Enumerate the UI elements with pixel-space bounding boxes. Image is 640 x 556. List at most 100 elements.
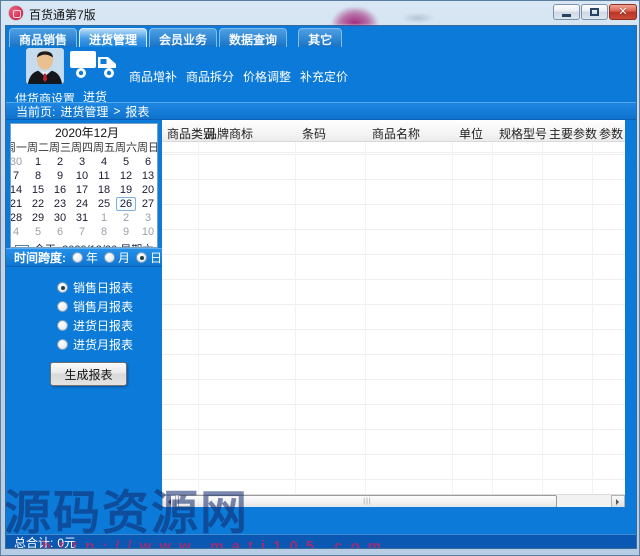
calendar-day[interactable]: 10 bbox=[138, 225, 158, 239]
breadcrumb: 当前页: 进货管理 > 报表 bbox=[6, 102, 636, 120]
calendar-day[interactable]: 12 bbox=[116, 169, 136, 183]
report-option-purchase-monthly[interactable]: 进货月报表 bbox=[57, 336, 133, 353]
calendar-day[interactable]: 20 bbox=[138, 183, 158, 197]
radio-sales-monthly[interactable] bbox=[57, 301, 68, 312]
weekday-header: 周三 bbox=[49, 141, 71, 155]
calendar-day[interactable]: 2 bbox=[116, 211, 136, 225]
calendar-day-selected[interactable]: 26 bbox=[116, 197, 136, 211]
tab-other[interactable]: 其它 bbox=[298, 28, 342, 47]
calendar-day[interactable]: 4 bbox=[10, 225, 26, 239]
report-option-sales-monthly[interactable]: 销售月报表 bbox=[57, 298, 133, 315]
price-adjust-button[interactable]: 价格调整 bbox=[238, 68, 296, 85]
scroll-left-button[interactable] bbox=[162, 495, 176, 507]
close-icon: ✕ bbox=[618, 7, 627, 18]
radio-day-label[interactable]: 日 bbox=[150, 249, 162, 266]
calendar-day[interactable]: 13 bbox=[138, 169, 158, 183]
calendar-day[interactable]: 6 bbox=[138, 155, 158, 169]
report-option-label[interactable]: 销售日报表 bbox=[73, 279, 133, 296]
month-calendar[interactable]: 2020年12月 周一 周二 周三 周四 周五 周六 周日 30 1 2 3 4… bbox=[10, 123, 158, 248]
radio-month-label[interactable]: 月 bbox=[118, 249, 130, 266]
tab-data-query[interactable]: 数据查询 bbox=[219, 28, 287, 47]
tab-product-sales[interactable]: 商品销售 bbox=[9, 28, 77, 47]
calendar-day[interactable]: 3 bbox=[72, 155, 92, 169]
calendar-day[interactable]: 19 bbox=[116, 183, 136, 197]
close-button[interactable]: ✕ bbox=[609, 4, 637, 20]
calendar-day[interactable]: 14 bbox=[10, 183, 26, 197]
maximize-button[interactable] bbox=[581, 4, 608, 20]
calendar-day[interactable]: 8 bbox=[94, 225, 114, 239]
minimize-button[interactable] bbox=[553, 4, 580, 20]
scroll-left-icon bbox=[165, 499, 171, 505]
calendar-day[interactable]: 7 bbox=[10, 169, 26, 183]
product-addition-button[interactable]: 商品增补 bbox=[124, 68, 182, 85]
calendar-day[interactable]: 30 bbox=[50, 211, 70, 225]
calendar-day[interactable]: 18 bbox=[94, 183, 114, 197]
report-option-label[interactable]: 进货月报表 bbox=[73, 336, 133, 353]
radio-purchase-monthly[interactable] bbox=[57, 339, 68, 350]
generate-report-button[interactable]: 生成报表 bbox=[50, 362, 127, 386]
calendar-day[interactable]: 6 bbox=[50, 225, 70, 239]
time-span-option-month[interactable]: 月 bbox=[104, 249, 130, 266]
calendar-day[interactable]: 16 bbox=[50, 183, 70, 197]
column-header-mainparam[interactable]: 主要参数 bbox=[549, 125, 597, 142]
calendar-day[interactable]: 3 bbox=[138, 211, 158, 225]
weekday-header: 周五 bbox=[93, 141, 115, 155]
calendar-day[interactable]: 27 bbox=[138, 197, 158, 211]
toolbar: 供货商设置 进货 商品增补 商品拆分 价格调整 补充定价 bbox=[6, 47, 636, 102]
column-header-param[interactable]: 参数 bbox=[599, 125, 623, 142]
calendar-day[interactable]: 7 bbox=[72, 225, 92, 239]
table-gridline bbox=[365, 142, 366, 494]
today-label: 今天: 2020/12/26 星期六 bbox=[34, 241, 153, 248]
calendar-day[interactable]: 29 bbox=[28, 211, 48, 225]
title-bar[interactable]: 百货通第7版 ✕ bbox=[1, 1, 640, 25]
calendar-day[interactable]: 21 bbox=[10, 197, 26, 211]
column-header-brand[interactable]: 品牌商标 bbox=[205, 125, 253, 142]
calendar-day[interactable]: 8 bbox=[28, 169, 48, 183]
calendar-day[interactable]: 23 bbox=[50, 197, 70, 211]
calendar-day[interactable]: 30 bbox=[10, 155, 26, 169]
column-header-barcode[interactable]: 条码 bbox=[302, 125, 326, 142]
horizontal-scrollbar[interactable]: ||| bbox=[162, 494, 625, 507]
purchase-button[interactable]: 进货 bbox=[64, 48, 126, 105]
calendar-day[interactable]: 10 bbox=[72, 169, 92, 183]
radio-day[interactable] bbox=[136, 252, 147, 263]
column-header-name[interactable]: 商品名称 bbox=[372, 125, 420, 142]
calendar-day[interactable]: 9 bbox=[50, 169, 70, 183]
time-span-option-day[interactable]: 日 bbox=[136, 249, 162, 266]
radio-month[interactable] bbox=[104, 252, 115, 263]
calendar-day[interactable]: 22 bbox=[28, 197, 48, 211]
calendar-day[interactable]: 28 bbox=[10, 211, 26, 225]
radio-year[interactable] bbox=[72, 252, 83, 263]
tab-member-business[interactable]: 会员业务 bbox=[149, 28, 217, 47]
column-header-unit[interactable]: 单位 bbox=[459, 125, 483, 142]
calendar-day[interactable]: 9 bbox=[116, 225, 136, 239]
calendar-day[interactable]: 25 bbox=[94, 197, 114, 211]
tab-purchase-management[interactable]: 进货管理 bbox=[79, 28, 147, 47]
product-split-button[interactable]: 商品拆分 bbox=[181, 68, 239, 85]
report-option-sales-daily[interactable]: 销售日报表 bbox=[57, 279, 133, 296]
calendar-today-row[interactable]: 今天: 2020/12/26 星期六 bbox=[15, 241, 158, 248]
supplement-pricing-button[interactable]: 补充定价 bbox=[295, 68, 353, 85]
column-header-spec[interactable]: 规格型号 bbox=[499, 125, 547, 142]
scrollbar-thumb[interactable]: ||| bbox=[178, 495, 557, 507]
radio-year-label[interactable]: 年 bbox=[86, 249, 98, 266]
calendar-day[interactable]: 1 bbox=[94, 211, 114, 225]
calendar-day[interactable]: 2 bbox=[50, 155, 70, 169]
calendar-day[interactable]: 15 bbox=[28, 183, 48, 197]
calendar-day[interactable]: 5 bbox=[28, 225, 48, 239]
report-option-label[interactable]: 进货日报表 bbox=[73, 317, 133, 334]
calendar-day[interactable]: 31 bbox=[72, 211, 92, 225]
scroll-right-button[interactable] bbox=[611, 495, 625, 507]
calendar-day[interactable]: 1 bbox=[28, 155, 48, 169]
calendar-day[interactable]: 5 bbox=[116, 155, 136, 169]
report-option-label[interactable]: 销售月报表 bbox=[73, 298, 133, 315]
calendar-day[interactable]: 4 bbox=[94, 155, 114, 169]
calendar-day[interactable]: 17 bbox=[72, 183, 92, 197]
radio-sales-daily[interactable] bbox=[57, 282, 68, 293]
window-title: 百货通第7版 bbox=[29, 6, 96, 23]
calendar-day[interactable]: 24 bbox=[72, 197, 92, 211]
calendar-day[interactable]: 11 bbox=[94, 169, 114, 183]
radio-purchase-daily[interactable] bbox=[57, 320, 68, 331]
report-option-purchase-daily[interactable]: 进货日报表 bbox=[57, 317, 133, 334]
time-span-option-year[interactable]: 年 bbox=[72, 249, 98, 266]
